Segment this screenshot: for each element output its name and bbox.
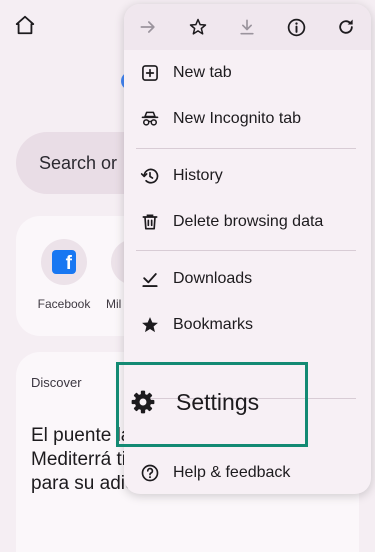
add-box-icon [142,65,158,81]
download-icon [240,19,254,35]
star-filled-icon [142,317,158,333]
shortcut-label: Facebook [37,297,91,311]
info-icon [287,18,305,36]
menu-item-new-tab[interactable]: New tab [124,50,371,96]
facebook-icon: f [52,250,76,274]
downloads-check-icon [142,273,158,287]
forward-button[interactable] [137,16,159,38]
trash-icon [142,214,158,230]
menu-item-bookmarks[interactable]: Bookmarks [124,302,371,348]
menu-item-label: Bookmarks [173,316,254,333]
menu-item-history[interactable]: History [124,153,371,199]
forward-arrow-icon [140,21,155,33]
home-button[interactable] [14,14,36,36]
menu-divider [136,148,356,149]
incognito-icon [141,111,159,126]
menu-item-label: Downloads [173,270,253,287]
menu-item-label: New Incognito tab [173,110,302,127]
menu-item-label: New tab [173,64,232,81]
refresh-icon [339,19,353,34]
menu-item-new-incognito-tab[interactable]: New Incognito tab [124,96,371,142]
refresh-button[interactable] [335,16,357,38]
bookmark-star-button[interactable] [187,16,209,38]
menu-item-delete-browsing-data[interactable]: Delete browsing data [124,199,371,245]
page-info-button[interactable] [285,16,307,38]
history-icon [140,168,159,184]
search-placeholder: Search or [39,152,118,173]
menu-divider [136,250,356,251]
menu-item-downloads[interactable]: Downloads [124,256,371,302]
settings-highlight-box [116,362,308,447]
menu-item-label: Help & feedback [173,464,291,481]
menu-item-help-feedback[interactable]: Help & feedback [124,450,371,494]
shortcut-tile: f [41,239,87,285]
home-icon [15,15,35,35]
menu-toolbar [124,4,371,50]
download-page-button[interactable] [236,16,258,38]
help-icon [141,464,159,482]
menu-item-label: History [173,167,223,184]
discover-title: Discover [31,375,82,390]
menu-item-label: Delete browsing data [173,213,324,230]
star-icon [189,18,207,35]
shortcut-facebook[interactable]: f Facebook [29,239,99,311]
